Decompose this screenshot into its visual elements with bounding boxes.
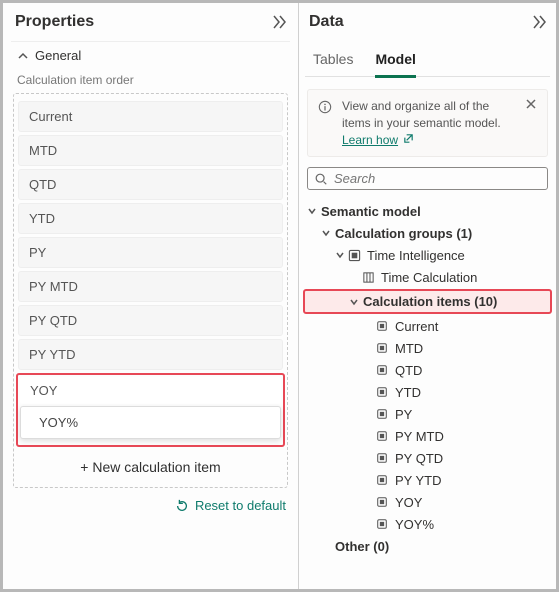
- order-label: Calculation item order: [11, 73, 290, 93]
- tree-calculation-groups[interactable]: Calculation groups (1): [305, 222, 550, 244]
- calculation-item-icon: [375, 517, 389, 531]
- collapse-icon[interactable]: [532, 14, 548, 30]
- calculation-item-order-list: Current MTD QTD YTD PY PY MTD PY QTD PY …: [13, 93, 288, 488]
- info-text: View and organize all of the items in yo…: [342, 98, 515, 148]
- order-item-editing[interactable]: YOY%: [20, 406, 281, 439]
- calculation-item-icon: [375, 495, 389, 509]
- chevron-down-icon: [335, 250, 345, 260]
- tree-item[interactable]: PY YTD: [305, 469, 550, 491]
- tree-item[interactable]: PY QTD: [305, 447, 550, 469]
- order-item[interactable]: PY QTD: [18, 305, 283, 336]
- data-title: Data: [309, 13, 344, 31]
- data-header: Data: [305, 11, 550, 41]
- info-banner: View and organize all of the items in yo…: [307, 89, 548, 157]
- tree-item[interactable]: QTD: [305, 359, 550, 381]
- collapse-icon[interactable]: [272, 14, 288, 30]
- reset-label: Reset to default: [195, 498, 286, 513]
- calculation-group-icon: [347, 248, 361, 262]
- tree-calculation-items[interactable]: Calculation items (10): [303, 289, 552, 314]
- tree-time-intelligence[interactable]: Time Intelligence: [305, 244, 550, 266]
- column-icon: [361, 270, 375, 284]
- chevron-down-icon: [307, 206, 317, 216]
- calculation-item-icon: [375, 473, 389, 487]
- tree-item[interactable]: YOY: [305, 491, 550, 513]
- data-panel: Data Tables Model View and organize all …: [299, 3, 556, 589]
- tree-other[interactable]: Other (0): [305, 535, 550, 557]
- search-icon: [314, 172, 328, 186]
- close-icon[interactable]: [525, 98, 537, 110]
- search-input[interactable]: [334, 171, 541, 186]
- tab-model[interactable]: Model: [375, 47, 415, 78]
- properties-panel: Properties General Calculation item orde…: [3, 3, 299, 589]
- order-item[interactable]: MTD: [18, 135, 283, 166]
- highlighted-yoy-group: YOY YOY%: [16, 373, 285, 447]
- chevron-down-icon: [349, 297, 359, 307]
- general-section-header[interactable]: General: [11, 41, 290, 73]
- tree-item[interactable]: Current: [305, 315, 550, 337]
- calculation-item-icon: [375, 319, 389, 333]
- chevron-down-icon: [321, 228, 331, 238]
- tree-item[interactable]: YTD: [305, 381, 550, 403]
- chevron-up-icon: [17, 50, 29, 62]
- calculation-item-icon: [375, 385, 389, 399]
- tree-time-calculation[interactable]: Time Calculation: [305, 266, 550, 288]
- data-tabs: Tables Model: [305, 41, 550, 77]
- properties-header: Properties: [11, 11, 290, 41]
- order-item[interactable]: Current: [18, 101, 283, 132]
- order-item[interactable]: PY: [18, 237, 283, 268]
- new-calculation-item-button[interactable]: + New calculation item: [18, 449, 283, 479]
- tree-semantic-model[interactable]: Semantic model: [305, 200, 550, 222]
- order-item[interactable]: YTD: [18, 203, 283, 234]
- search-box[interactable]: [307, 167, 548, 190]
- external-link-icon: [403, 133, 414, 144]
- order-item-yoy[interactable]: YOY: [20, 377, 281, 404]
- order-item[interactable]: PY MTD: [18, 271, 283, 302]
- info-icon: [318, 100, 332, 114]
- reset-to-default-button[interactable]: Reset to default: [11, 488, 290, 513]
- calculation-item-icon: [375, 451, 389, 465]
- model-tree: Semantic model Calculation groups (1) Ti…: [305, 200, 550, 557]
- tree-item[interactable]: PY MTD: [305, 425, 550, 447]
- learn-how-link[interactable]: Learn how: [342, 133, 398, 147]
- reset-icon: [175, 499, 189, 513]
- calculation-item-icon: [375, 407, 389, 421]
- order-item[interactable]: QTD: [18, 169, 283, 200]
- calculation-item-icon: [375, 363, 389, 377]
- properties-title: Properties: [15, 13, 94, 31]
- calculation-item-icon: [375, 429, 389, 443]
- calculation-item-icon: [375, 341, 389, 355]
- tree-item[interactable]: PY: [305, 403, 550, 425]
- order-item[interactable]: PY YTD: [18, 339, 283, 370]
- general-label: General: [35, 48, 81, 63]
- tree-item[interactable]: YOY%: [305, 513, 550, 535]
- tree-item[interactable]: MTD: [305, 337, 550, 359]
- tab-tables[interactable]: Tables: [313, 47, 353, 76]
